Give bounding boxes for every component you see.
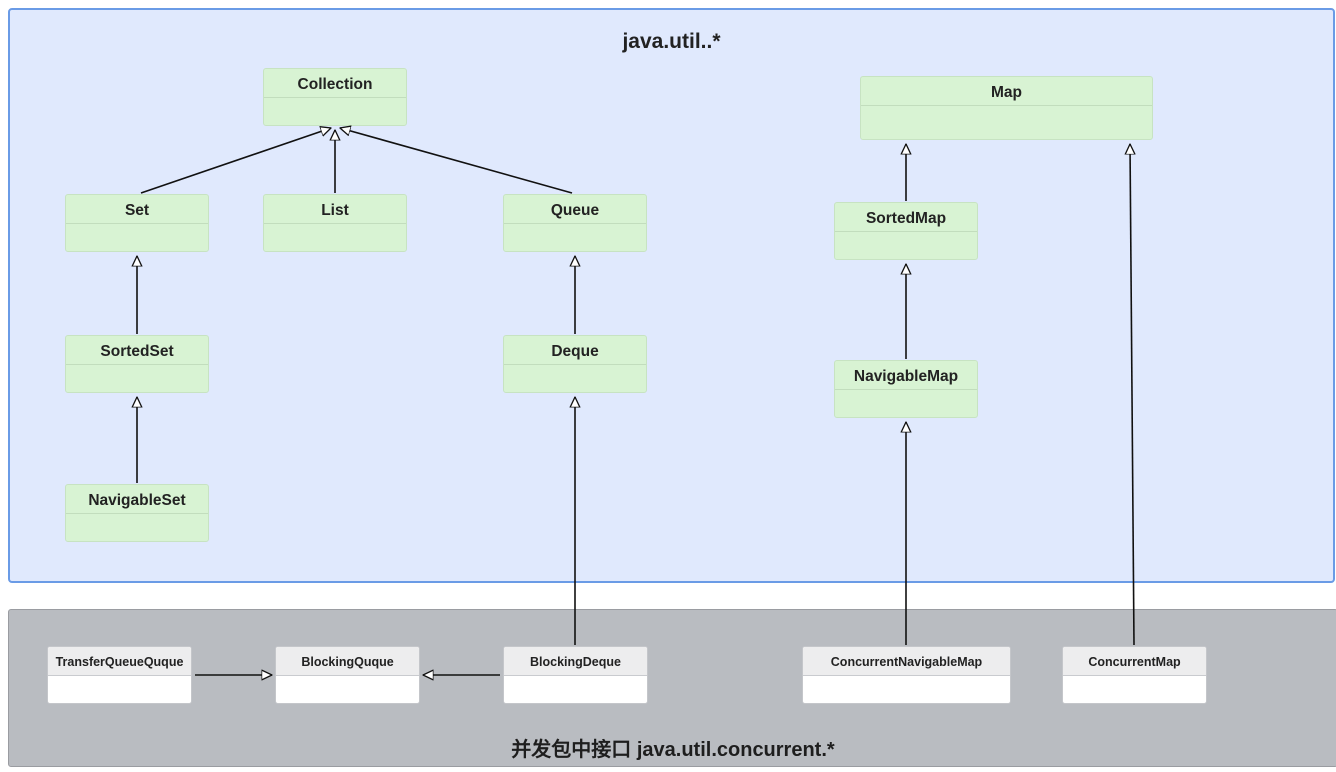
class-blocking-deque[interactable]: BlockingDeque	[503, 646, 648, 704]
class-transfer-queue[interactable]: TransferQueueQuque	[47, 646, 192, 704]
class-name: Queue	[504, 195, 646, 224]
class-name: List	[264, 195, 406, 224]
class-collection[interactable]: Collection	[263, 68, 407, 126]
class-concurrent-map[interactable]: ConcurrentMap	[1062, 646, 1207, 704]
class-map[interactable]: Map	[860, 76, 1153, 140]
class-list[interactable]: List	[263, 194, 407, 252]
class-sorted-map[interactable]: SortedMap	[834, 202, 978, 260]
class-name: SortedSet	[66, 336, 208, 365]
package-title-java-util-concurrent: 并发包中接口 java.util.concurrent.*	[511, 739, 835, 761]
class-queue[interactable]: Queue	[503, 194, 647, 252]
class-name: BlockingDeque	[504, 647, 647, 676]
class-concurrent-navigable-map[interactable]: ConcurrentNavigableMap	[802, 646, 1011, 704]
class-navigable-map[interactable]: NavigableMap	[834, 360, 978, 418]
class-name: Map	[861, 77, 1152, 106]
class-name: Collection	[264, 69, 406, 98]
package-title-java-util: java.util..*	[622, 30, 721, 53]
class-blocking-queue[interactable]: BlockingQuque	[275, 646, 420, 704]
class-name: BlockingQuque	[276, 647, 419, 676]
class-sorted-set[interactable]: SortedSet	[65, 335, 209, 393]
class-name: ConcurrentNavigableMap	[803, 647, 1010, 676]
class-name: NavigableMap	[835, 361, 977, 390]
class-set[interactable]: Set	[65, 194, 209, 252]
class-navigable-set[interactable]: NavigableSet	[65, 484, 209, 542]
class-name: Deque	[504, 336, 646, 365]
class-deque[interactable]: Deque	[503, 335, 647, 393]
class-name: ConcurrentMap	[1063, 647, 1206, 676]
class-name: TransferQueueQuque	[48, 647, 191, 676]
class-name: SortedMap	[835, 203, 977, 232]
class-name: Set	[66, 195, 208, 224]
class-name: NavigableSet	[66, 485, 208, 514]
